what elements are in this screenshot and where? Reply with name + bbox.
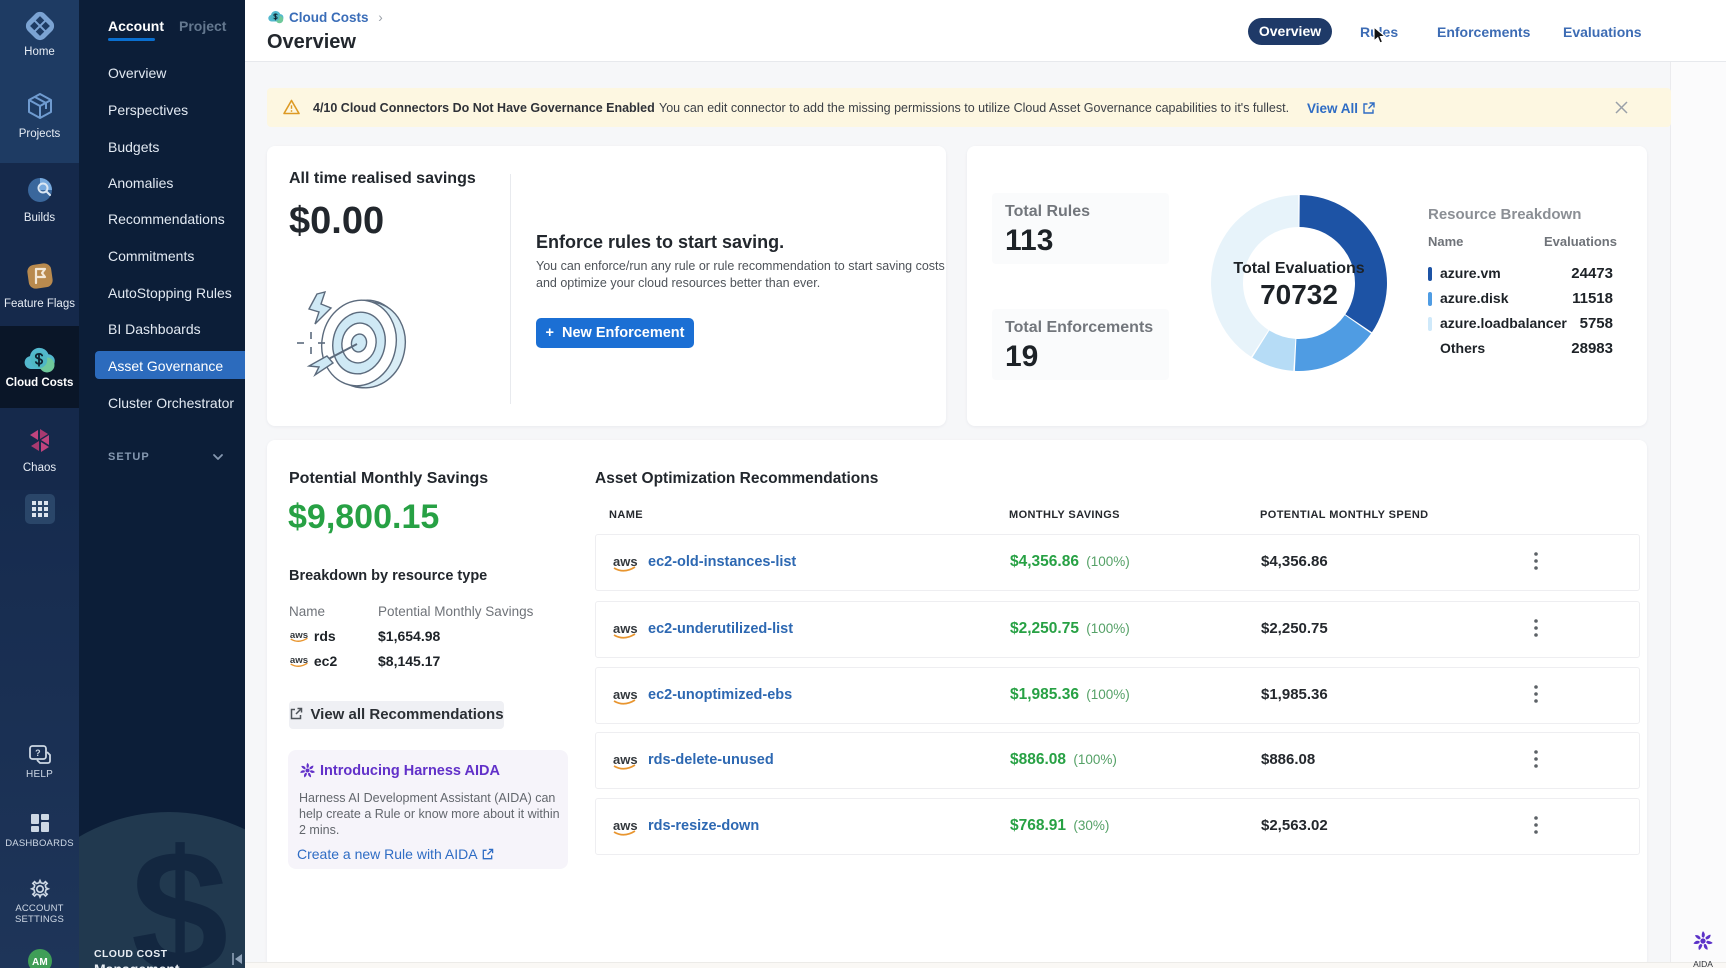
svg-text:AM: AM bbox=[32, 957, 48, 968]
svg-text:?: ? bbox=[35, 748, 41, 758]
